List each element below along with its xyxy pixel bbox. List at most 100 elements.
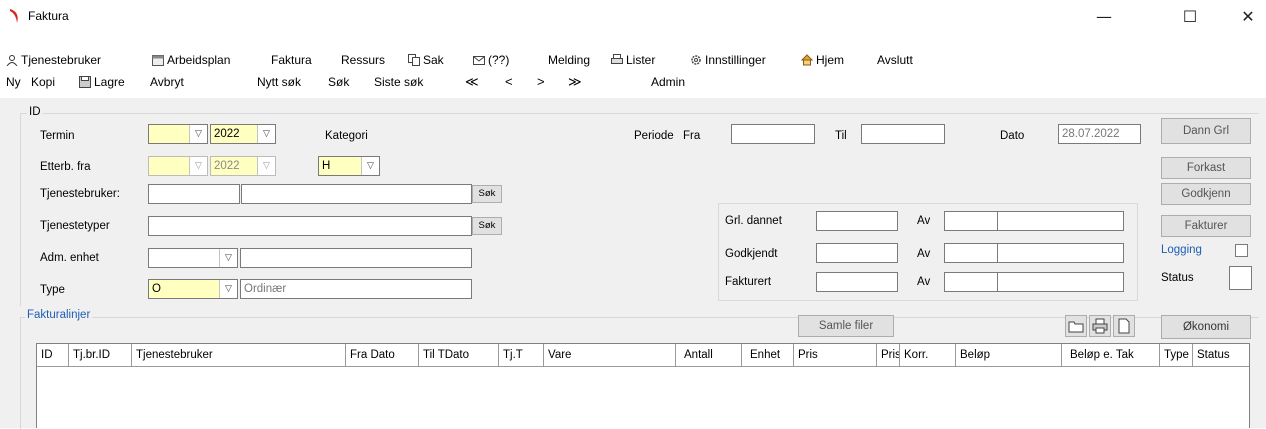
first-record-button[interactable]: ≪ bbox=[465, 72, 479, 92]
chevron-down-icon: ▽ bbox=[257, 125, 275, 143]
folder-button[interactable] bbox=[1065, 315, 1087, 337]
menu-hjem-label: Hjem bbox=[816, 53, 845, 67]
menu-hjem[interactable]: Hjem bbox=[801, 50, 844, 70]
menu-tjenestebruker[interactable]: Tjenestebruker bbox=[6, 50, 101, 70]
tjenestetyper-label: Tjenestetyper bbox=[40, 220, 110, 232]
menu-innstillinger[interactable]: Innstillinger bbox=[690, 50, 766, 70]
dann-grl-button[interactable]: Dann Grl bbox=[1161, 118, 1251, 144]
menu-meldinger[interactable]: (??) bbox=[473, 50, 509, 70]
dato-input[interactable]: 28.07.2022 bbox=[1058, 124, 1141, 144]
minimize-button[interactable]: — bbox=[1081, 4, 1127, 30]
next-record-button[interactable]: > bbox=[537, 72, 545, 92]
column-header-til-tdato[interactable]: Til TDato bbox=[419, 344, 499, 366]
close-button[interactable]: ✕ bbox=[1225, 4, 1266, 30]
fakturalinjer-label: Fakturalinjer bbox=[25, 309, 93, 321]
column-header-korr[interactable]: Korr. bbox=[900, 344, 956, 366]
column-header-id[interactable]: ID bbox=[37, 344, 69, 366]
prev-record-button[interactable]: < bbox=[505, 72, 513, 92]
tjenestetyper-sok-button[interactable]: Søk bbox=[472, 217, 502, 235]
grl-dannet-label: Grl. dannet bbox=[725, 215, 782, 227]
fakturert-av-id-input[interactable] bbox=[944, 272, 998, 292]
adm-enhet-name-input[interactable] bbox=[240, 248, 472, 268]
copy-icon bbox=[408, 54, 420, 66]
fakturert-av-name-input[interactable] bbox=[997, 272, 1124, 292]
status-label: Status bbox=[1161, 272, 1194, 284]
chevron-down-icon: ▽ bbox=[361, 157, 379, 175]
ny-button[interactable]: Ny bbox=[6, 72, 21, 92]
tjenestebruker-id-input[interactable] bbox=[148, 184, 240, 204]
user-icon bbox=[6, 55, 18, 66]
menu-avslutt[interactable]: Avslutt bbox=[877, 50, 913, 70]
etterb-year-select[interactable]: 2022 ▽ bbox=[210, 156, 276, 176]
column-header-type[interactable]: Type bbox=[1160, 344, 1193, 366]
godkjendt-input[interactable] bbox=[816, 243, 898, 263]
kopi-button[interactable]: Kopi bbox=[31, 72, 55, 92]
fakturert-label: Fakturert bbox=[725, 276, 772, 288]
lagre-button[interactable]: Lagre bbox=[79, 72, 125, 92]
column-header-enhet[interactable]: Enhet bbox=[742, 344, 794, 366]
termin-label: Termin bbox=[40, 130, 75, 142]
print-button[interactable] bbox=[1089, 315, 1111, 337]
new-document-button[interactable] bbox=[1113, 315, 1135, 337]
tjenestebruker-name-input[interactable] bbox=[241, 184, 472, 204]
document-icon bbox=[1118, 318, 1130, 334]
nytt-sok-button[interactable]: Nytt søk bbox=[257, 72, 301, 92]
menu-lister[interactable]: Lister bbox=[611, 50, 655, 70]
etterb-year-value: 2022 bbox=[214, 160, 240, 172]
menu-arbeidsplan-label: Arbeidsplan bbox=[167, 53, 231, 67]
grl-av-name-input[interactable] bbox=[997, 211, 1124, 231]
type-select[interactable]: O ▽ bbox=[148, 279, 238, 299]
column-header-vare[interactable]: Vare bbox=[544, 344, 676, 366]
last-record-button[interactable]: ≫ bbox=[568, 72, 582, 92]
adm-enhet-select[interactable]: ▽ bbox=[148, 248, 238, 268]
gear-icon bbox=[691, 55, 701, 65]
type-text-input[interactable]: Ordinær bbox=[240, 279, 472, 299]
status-input[interactable] bbox=[1229, 266, 1252, 290]
column-header-pris-2[interactable]: Pris bbox=[877, 344, 900, 366]
column-header-tjt[interactable]: Tj.T bbox=[499, 344, 544, 366]
tjenestebruker-sok-button[interactable]: Søk bbox=[472, 185, 502, 203]
kategori-select[interactable]: H ▽ bbox=[318, 156, 380, 176]
column-header-tjenestebruker[interactable]: Tjenestebruker bbox=[132, 344, 346, 366]
forkast-button[interactable]: Forkast bbox=[1161, 157, 1251, 179]
menu-melding[interactable]: Melding bbox=[548, 50, 590, 70]
admin-button[interactable]: Admin bbox=[651, 72, 685, 92]
dato-value: 28.07.2022 bbox=[1062, 128, 1120, 140]
periode-til-input[interactable] bbox=[861, 124, 945, 144]
menu-sak[interactable]: Sak bbox=[408, 50, 444, 70]
sok-button[interactable]: Søk bbox=[328, 72, 349, 92]
samle-filer-button[interactable]: Samle filer bbox=[798, 315, 894, 337]
chevron-down-icon: ▽ bbox=[219, 249, 237, 267]
avbryt-button[interactable]: Avbryt bbox=[150, 72, 184, 92]
printer-icon bbox=[1092, 318, 1108, 334]
etterb-month-select[interactable]: ▽ bbox=[148, 156, 208, 176]
title-bar: Faktura — ☐ ✕ bbox=[0, 0, 1266, 34]
column-header-belop[interactable]: Beløp bbox=[956, 344, 1062, 366]
column-header-antall[interactable]: Antall bbox=[676, 344, 742, 366]
column-header-pris[interactable]: Pris bbox=[794, 344, 877, 366]
godkjendt-av-id-input[interactable] bbox=[944, 243, 998, 263]
mail-icon bbox=[473, 56, 485, 65]
logging-checkbox[interactable] bbox=[1235, 244, 1248, 257]
column-header-status[interactable]: Status bbox=[1193, 344, 1249, 366]
tjenestetyper-input[interactable] bbox=[148, 216, 472, 236]
grl-dannet-input[interactable] bbox=[816, 211, 898, 231]
siste-sok-button[interactable]: Siste søk bbox=[374, 72, 423, 92]
godkjenn-button[interactable]: Godkjenn bbox=[1161, 183, 1251, 205]
menu-faktura[interactable]: Faktura bbox=[271, 50, 312, 70]
fakturer-button[interactable]: Fakturer bbox=[1161, 215, 1251, 237]
termin-month-select[interactable]: ▽ bbox=[148, 124, 208, 144]
column-header-tjbr-id[interactable]: Tj.br.ID bbox=[69, 344, 132, 366]
column-header-belop-e-tak[interactable]: Beløp e. Tak bbox=[1062, 344, 1160, 366]
termin-year-select[interactable]: 2022 ▽ bbox=[210, 124, 276, 144]
maximize-button[interactable]: ☐ bbox=[1167, 4, 1213, 30]
menu-ressurs[interactable]: Ressurs bbox=[341, 50, 385, 70]
okonomi-button[interactable]: Økonomi bbox=[1161, 315, 1251, 339]
grl-av-id-input[interactable] bbox=[944, 211, 998, 231]
printer-icon bbox=[611, 54, 623, 64]
fakturert-input[interactable] bbox=[816, 272, 898, 292]
menu-arbeidsplan[interactable]: Arbeidsplan bbox=[152, 50, 230, 70]
column-header-fra-dato[interactable]: Fra Dato bbox=[346, 344, 419, 366]
godkjendt-av-name-input[interactable] bbox=[997, 243, 1124, 263]
periode-fra-input[interactable] bbox=[731, 124, 815, 144]
